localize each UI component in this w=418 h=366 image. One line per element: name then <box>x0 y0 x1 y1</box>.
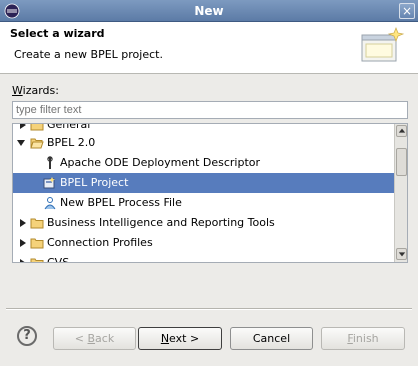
tree-item-birt[interactable]: Business Intelligence and Reporting Tool… <box>13 213 395 233</box>
button-bar-separator <box>6 308 412 310</box>
cancel-button[interactable]: Cancel <box>230 327 313 350</box>
help-icon[interactable]: ? <box>23 328 31 343</box>
arrow-down-icon[interactable] <box>398 250 406 258</box>
collapsed-arrow-icon[interactable] <box>18 238 28 248</box>
filter-input[interactable] <box>12 101 408 119</box>
tree-item-label: BPEL Project <box>60 176 129 189</box>
open-folder-icon <box>30 138 44 149</box>
tree-rows: General BPEL 2.0 Apache ODE Deployment D… <box>13 123 395 263</box>
back-button[interactable]: < Back <box>53 327 136 350</box>
folder-icon <box>30 238 44 249</box>
page-description: Create a new BPEL project. <box>14 48 163 61</box>
tree-item-label: Apache ODE Deployment Descriptor <box>60 156 261 169</box>
wizard-tree[interactable]: General BPEL 2.0 Apache ODE Deployment D… <box>12 123 408 263</box>
tree-item-label: New BPEL Process File <box>60 196 182 209</box>
deployment-descriptor-icon <box>47 156 53 169</box>
process-file-icon <box>44 197 56 210</box>
help-button[interactable]: ? <box>17 326 37 346</box>
folder-icon <box>30 258 44 262</box>
tree-item-process-file[interactable]: New BPEL Process File <box>13 193 395 213</box>
tree-item-ode-descriptor[interactable]: Apache ODE Deployment Descriptor <box>13 153 395 173</box>
scroll-thumb[interactable] <box>396 148 407 176</box>
collapsed-arrow-icon[interactable] <box>18 218 28 228</box>
wizards-label: Wizards: <box>12 84 59 97</box>
collapsed-arrow-icon[interactable] <box>18 258 28 263</box>
scroll-down-button[interactable] <box>396 248 407 260</box>
close-button[interactable]: × <box>399 3 415 19</box>
bpel-project-icon <box>43 177 55 189</box>
tree-item-label: Business Intelligence and Reporting Tool… <box>47 216 275 229</box>
tree-item-bpel-project[interactable]: BPEL Project <box>13 173 395 193</box>
finish-button[interactable]: Finish <box>321 327 405 350</box>
tree-scrollbar[interactable] <box>394 124 407 262</box>
folder-icon <box>30 218 44 229</box>
arrow-up-icon[interactable] <box>398 127 406 135</box>
tree-item-label: CVS <box>47 256 70 263</box>
tree-item-cvs[interactable]: CVS <box>13 253 395 263</box>
expanded-arrow-icon[interactable] <box>16 138 26 148</box>
tree-item-label: Connection Profiles <box>47 236 153 249</box>
wizard-header: Select a wizard Create a new BPEL projec… <box>0 22 418 74</box>
collapsed-arrow-icon[interactable] <box>18 123 28 130</box>
page-title: Select a wizard <box>10 27 105 40</box>
tree-item-bpel-2[interactable]: BPEL 2.0 <box>13 133 395 153</box>
window-title: New <box>194 4 224 18</box>
scroll-up-button[interactable] <box>396 125 407 137</box>
tree-item-label: BPEL 2.0 <box>47 136 96 149</box>
wizard-banner-icon <box>361 27 405 62</box>
close-icon[interactable]: × <box>402 4 412 18</box>
tree-item-connection-profiles[interactable]: Connection Profiles <box>13 233 395 253</box>
next-button[interactable]: Next > <box>138 327 222 350</box>
folder-icon <box>30 124 44 131</box>
title-bar: New × <box>0 0 418 22</box>
